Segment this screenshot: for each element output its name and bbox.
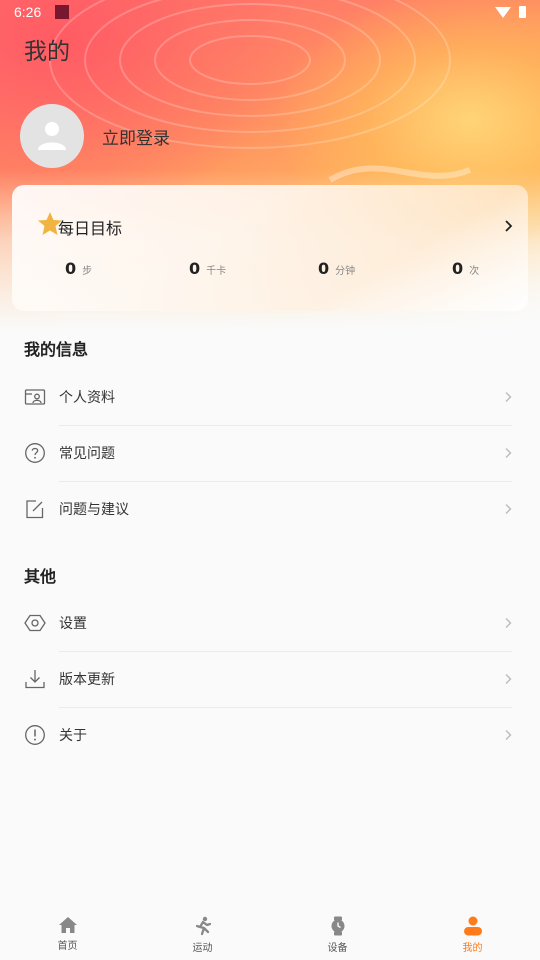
stat-steps: 0 步 <box>65 259 92 278</box>
menu-item-label: 问题与建议 <box>59 502 129 518</box>
login-entry[interactable]: 立即登录 <box>20 104 170 168</box>
tab-label: 首页 <box>57 941 78 952</box>
info-icon <box>25 725 45 745</box>
stat-calories: 0 千卡 <box>189 259 226 278</box>
question-icon <box>25 443 45 463</box>
chevron-right-icon <box>505 392 512 402</box>
tab-mine[interactable]: 我的 <box>405 904 540 960</box>
section-title-my-info: 我的信息 <box>24 340 89 359</box>
menu-item-label: 个人资料 <box>59 390 115 406</box>
stat-minutes: 0 分钟 <box>318 259 355 278</box>
person-icon <box>463 916 482 936</box>
avatar[interactable] <box>20 104 84 168</box>
stat-value: 0 <box>452 259 464 278</box>
section-title-other: 其他 <box>24 567 57 586</box>
menu-item-settings[interactable]: 设置 <box>0 595 540 651</box>
tab-label: 运动 <box>192 943 213 954</box>
battery-icon <box>519 6 526 18</box>
profile-card-icon <box>24 389 46 405</box>
status-bar: 6:26 <box>0 0 540 24</box>
login-label[interactable]: 立即登录 <box>102 124 170 149</box>
home-icon <box>58 917 77 933</box>
stat-value: 0 <box>189 259 201 278</box>
tab-device[interactable]: 设备 <box>270 904 405 960</box>
wifi-icon <box>495 6 511 18</box>
bottom-tab-bar: 首页 运动 设备 我的 <box>0 904 540 960</box>
menu-item-label: 版本更新 <box>59 672 115 688</box>
chevron-right-icon <box>505 448 512 458</box>
stat-unit: 步 <box>82 266 93 277</box>
settings-icon <box>24 614 46 632</box>
menu-item-faq[interactable]: 常见问题 <box>0 425 540 481</box>
menu-item-profile[interactable]: 个人资料 <box>0 369 540 425</box>
edit-icon <box>26 500 44 519</box>
download-icon <box>25 670 45 689</box>
stat-times: 0 次 <box>452 259 479 278</box>
tab-label: 设备 <box>327 943 348 954</box>
page-title: 我的 <box>24 39 70 65</box>
notification-icon <box>55 5 70 19</box>
menu-item-feedback[interactable]: 问题与建议 <box>0 481 540 537</box>
daily-goal-title: 每日目标 <box>58 219 123 238</box>
stat-unit: 分钟 <box>335 266 356 277</box>
watch-icon <box>331 916 344 936</box>
menu-item-label: 设置 <box>59 616 87 632</box>
status-time: 6:26 <box>14 4 42 20</box>
chevron-right-icon <box>505 618 512 628</box>
stat-value: 0 <box>318 259 330 278</box>
chevron-right-icon[interactable] <box>504 219 514 233</box>
tab-label: 我的 <box>462 943 483 954</box>
stat-unit: 次 <box>469 266 480 277</box>
tab-home[interactable]: 首页 <box>0 904 135 960</box>
menu-item-about[interactable]: 关于 <box>0 707 540 763</box>
chevron-right-icon <box>505 730 512 740</box>
menu-item-label: 常见问题 <box>59 446 115 462</box>
chevron-right-icon <box>505 504 512 514</box>
menu-item-update[interactable]: 版本更新 <box>0 651 540 707</box>
daily-goal-card[interactable]: 每日目标 0 步 0 千卡 0 分钟 0 次 <box>12 185 528 311</box>
user-icon <box>38 122 66 150</box>
menu-item-label: 关于 <box>59 728 87 744</box>
stat-unit: 千卡 <box>206 266 227 277</box>
running-icon <box>195 916 211 936</box>
tab-exercise[interactable]: 运动 <box>135 904 270 960</box>
chevron-right-icon <box>505 674 512 684</box>
stat-value: 0 <box>65 259 77 278</box>
